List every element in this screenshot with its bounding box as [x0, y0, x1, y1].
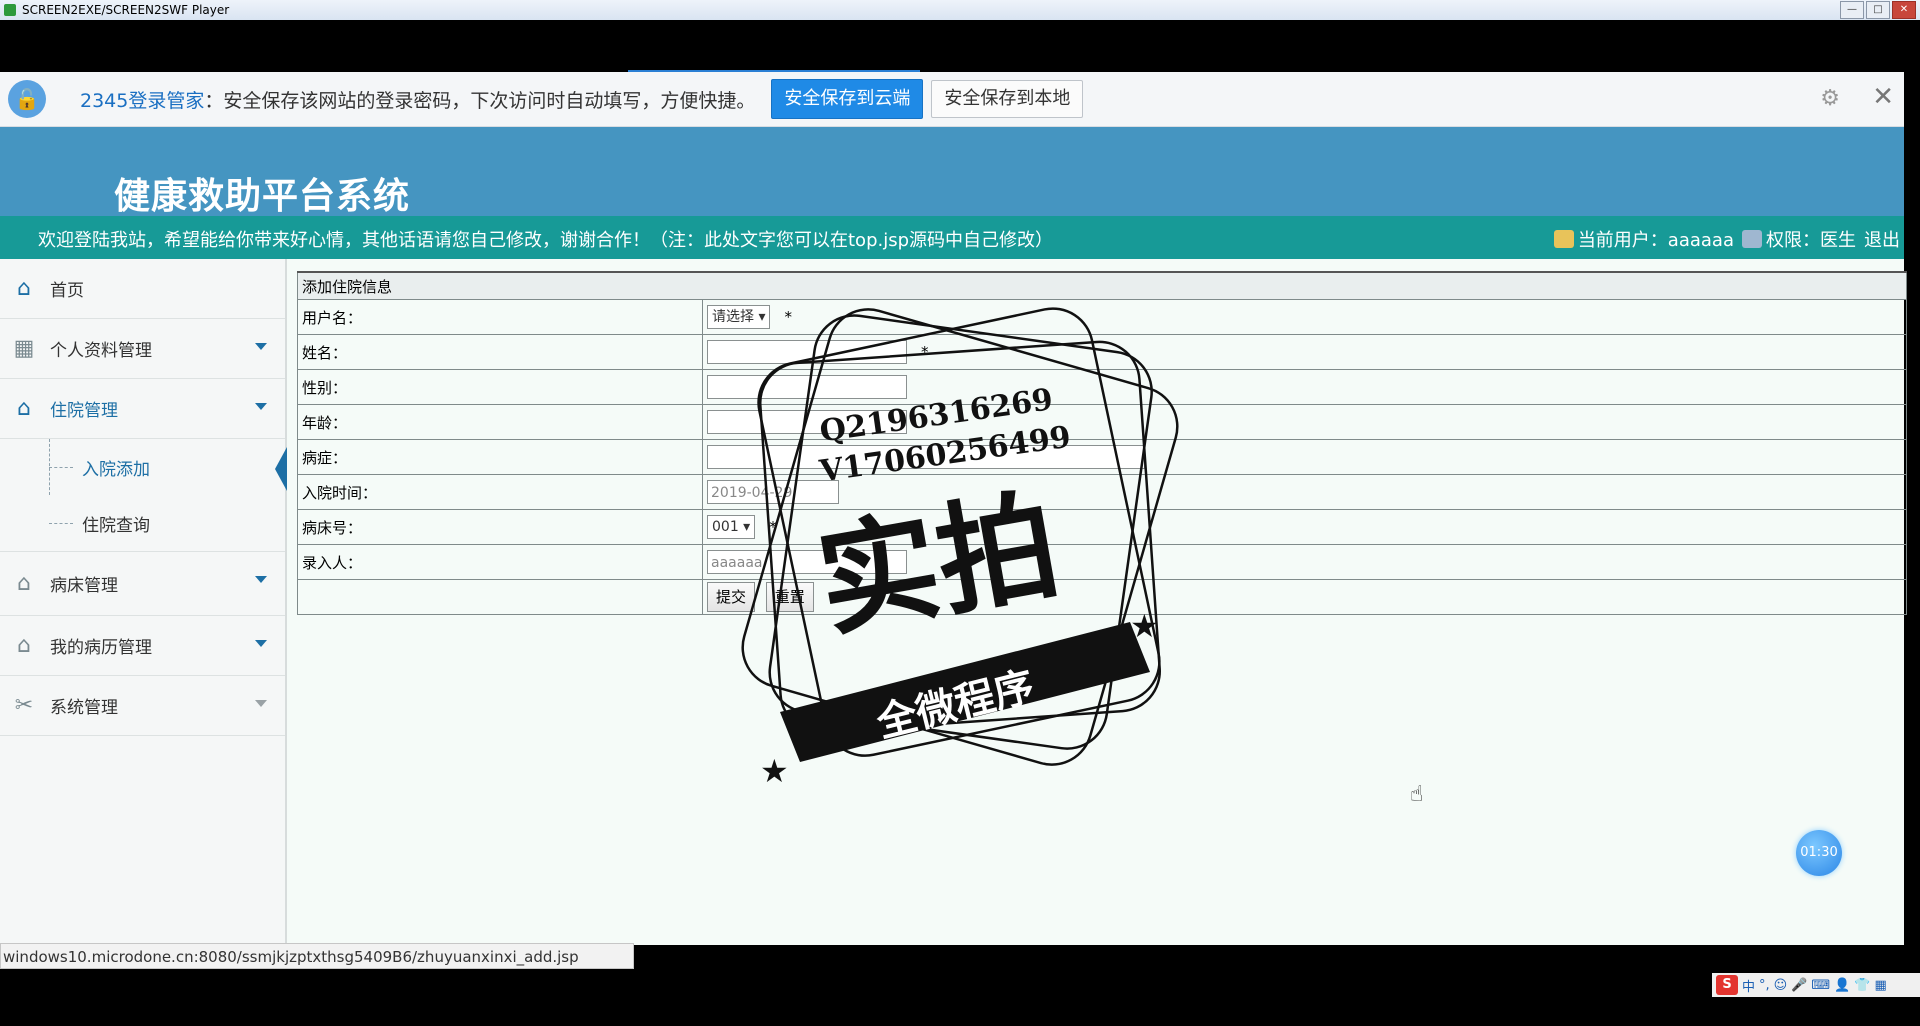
home-icon: ⌂: [17, 276, 31, 301]
sidebar-item-system[interactable]: ✂ 系统管理: [0, 676, 285, 736]
grid-icon: ▦: [13, 336, 35, 361]
status-url: windows10.microdone.cn:8080/ssmjkjzptxth…: [0, 943, 634, 969]
site-title: 健康救助平台系统: [114, 176, 411, 217]
sidebar: ⌂ 首页 ▦ 个人资料管理 ⌂ 住院管理 入院添加 住院查询 ⌂ 病床管理 ⌂ …: [0, 259, 287, 945]
admit-time-input[interactable]: 2019-04-29: [707, 480, 839, 504]
recording-timer[interactable]: 01:30: [1796, 830, 1842, 876]
sidebar-item-home[interactable]: ⌂ 首页: [0, 259, 285, 319]
keyboard-icon[interactable]: ⌨: [1811, 978, 1830, 993]
sidebar-item-bed[interactable]: ⌂ 病床管理: [0, 552, 285, 616]
current-user: 当前用户：aaaaaa: [1577, 230, 1734, 251]
hand-cursor-icon: ☝: [1410, 782, 1424, 807]
logout-link[interactable]: 退出: [1864, 226, 1900, 252]
lock-icon: 🔓: [8, 80, 46, 118]
welcome-text: 欢迎登陆我站，希望能给你带来好心情，其他话语请您自己修改，谢谢合作！（注：此处文…: [38, 230, 1054, 251]
user-role: 权限：医生: [1766, 230, 1856, 251]
user-tray-icon[interactable]: 👤: [1834, 978, 1850, 993]
gear-icon[interactable]: ⚙: [1820, 86, 1840, 111]
chevron-down-icon: [255, 403, 267, 410]
sogou-ime-icon[interactable]: S: [1716, 975, 1738, 995]
name-input[interactable]: [707, 340, 907, 364]
label-recorder: 录入人：: [297, 544, 703, 580]
age-input[interactable]: [707, 410, 907, 434]
user-info: 当前用户：aaaaaa 权限：医生 退出: [1553, 226, 1900, 252]
home-icon: ⌂: [17, 633, 31, 658]
browser-top-band: [0, 20, 1920, 72]
submit-button[interactable]: 提交: [707, 582, 756, 612]
hospitalization-submenu: 入院添加 住院查询: [0, 439, 287, 552]
site-header: 健康救助平台系统: [0, 127, 1904, 217]
close-window-icon[interactable]: ✕: [1892, 1, 1916, 19]
username-select[interactable]: 请选择 ▾: [707, 305, 771, 329]
label-admit-time: 入院时间：: [297, 474, 703, 510]
welcome-bar: 欢迎登陆我站，希望能给你带来好心情，其他话语请您自己修改，谢谢合作！（注：此处文…: [0, 216, 1904, 259]
login-manager-message: 2345登录管家：安全保存该网站的登录密码，下次访问时自动填写，方便快捷。: [80, 89, 756, 112]
recorder-input[interactable]: aaaaaa: [707, 550, 907, 574]
disease-input[interactable]: [707, 445, 1145, 469]
label-gender: 性别：: [297, 369, 703, 405]
label-username: 用户名：: [297, 299, 703, 335]
sidebar-item-records[interactable]: ⌂ 我的病历管理: [0, 616, 285, 676]
shirt-icon[interactable]: 👕: [1854, 978, 1870, 993]
minimize-icon[interactable]: —: [1840, 1, 1864, 19]
chevron-down-icon: [255, 700, 267, 707]
punctuation-icon[interactable]: °,: [1759, 978, 1770, 993]
label-age: 年龄：: [297, 404, 703, 440]
add-hospitalization-form: 添加住院信息 用户名： 请选择 ▾ * 姓名： * 性别： 年龄： 病症： 入院时…: [297, 271, 1907, 615]
ime-language[interactable]: 中: [1742, 976, 1755, 995]
label-disease: 病症：: [297, 439, 703, 475]
home-icon: ⌂: [17, 396, 31, 421]
bottom-band: [0, 972, 1920, 1026]
emoji-icon[interactable]: ☺: [1774, 978, 1788, 993]
chevron-down-icon: [255, 343, 267, 350]
form-title: 添加住院信息: [297, 271, 1907, 300]
save-to-local-button[interactable]: 安全保存到本地: [931, 80, 1084, 118]
label-bed-no: 病床号：: [297, 509, 703, 545]
grid-tray-icon[interactable]: ▦: [1875, 978, 1887, 993]
window-title: SCREEN2EXE/SCREEN2SWF Player: [22, 3, 230, 17]
reset-button[interactable]: 重置: [765, 582, 814, 612]
login-manager-brand: 2345登录管家: [80, 89, 205, 112]
gender-input[interactable]: [707, 375, 907, 399]
microphone-icon[interactable]: 🎤: [1791, 978, 1807, 993]
window-controls: — □ ✕: [1840, 1, 1916, 19]
active-marker: [275, 447, 287, 491]
role-icon: [1742, 230, 1762, 248]
close-icon[interactable]: ✕: [1872, 82, 1894, 112]
label-name: 姓名：: [297, 334, 703, 370]
sidebar-item-hospitalization[interactable]: ⌂ 住院管理: [0, 379, 285, 439]
chevron-down-icon: [255, 640, 267, 647]
sidebar-item-hospitalization-query[interactable]: 住院查询: [0, 495, 285, 551]
user-icon: [1553, 230, 1574, 248]
tools-icon: ✂: [14, 693, 34, 718]
bed-no-select[interactable]: 001 ▾: [707, 515, 756, 539]
login-manager-bar: 🔓 2345登录管家：安全保存该网站的登录密码，下次访问时自动填写，方便快捷。 …: [0, 72, 1904, 127]
window-titlebar: SCREEN2EXE/SCREEN2SWF Player — □ ✕: [0, 0, 1920, 20]
chevron-down-icon: [255, 576, 267, 583]
main-content: 添加住院信息 用户名： 请选择 ▾ * 姓名： * 性别： 年龄： 病症： 入院时…: [287, 259, 1907, 945]
app-icon: [4, 4, 16, 16]
sidebar-item-admission-add[interactable]: 入院添加: [0, 439, 287, 495]
home-icon: ⌂: [17, 571, 31, 596]
system-tray: S 中 °, ☺ 🎤 ⌨ 👤 👕 ▦: [1712, 973, 1920, 997]
maximize-icon[interactable]: □: [1866, 1, 1890, 19]
sidebar-item-profile[interactable]: ▦ 个人资料管理: [0, 319, 285, 379]
save-to-cloud-button[interactable]: 安全保存到云端: [771, 79, 924, 119]
